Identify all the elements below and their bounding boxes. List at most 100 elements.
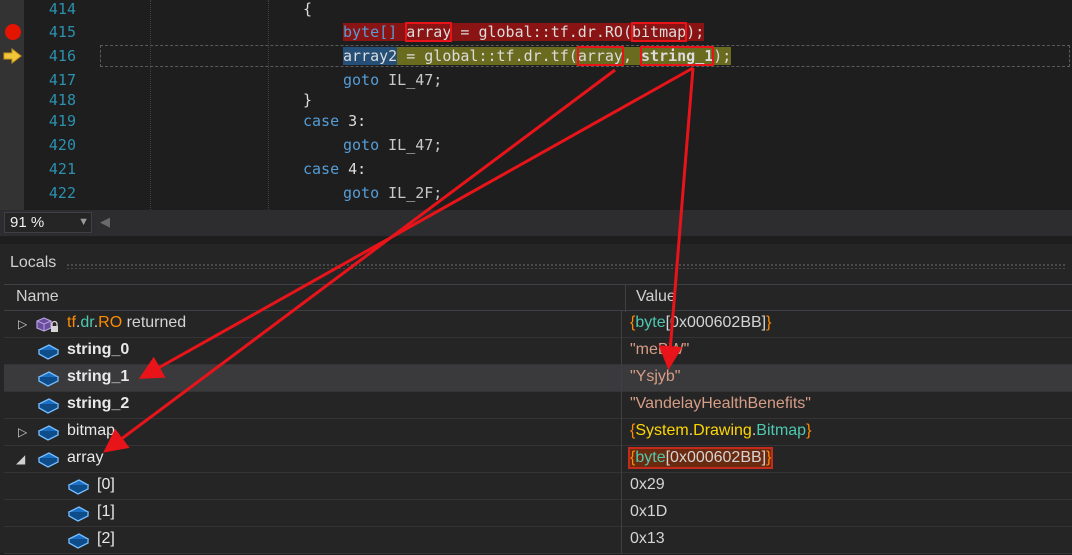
code-text: case 4:: [303, 157, 366, 181]
locals-row[interactable]: ▷ tf.dr.RO returned {byte[0x000602BB]}: [4, 311, 1072, 338]
code-token: IL_2F;: [379, 184, 443, 202]
column-divider: [621, 500, 622, 527]
field-icon: [66, 478, 90, 501]
panel-grip[interactable]: [66, 263, 1066, 269]
variable-value[interactable]: 0x1D: [630, 503, 667, 521]
code-token: 4:: [339, 160, 367, 178]
field-icon: [66, 505, 90, 528]
name-part: tf: [67, 314, 76, 331]
locals-title: Locals: [10, 254, 57, 271]
value-part: byte: [635, 314, 666, 331]
breakpoint-icon[interactable]: [5, 24, 21, 40]
code-token: IL_47;: [379, 71, 443, 89]
value-part: System: [635, 422, 689, 439]
column-divider: [621, 419, 622, 446]
code-token: IL_47;: [379, 136, 443, 154]
variable-value[interactable]: 0x13: [630, 530, 665, 548]
locals-row[interactable]: string_2 "VandelayHealthBenefits": [4, 392, 1072, 419]
value-part: Drawing: [693, 422, 752, 439]
code-token-array: array: [405, 22, 453, 42]
scroll-left-icon[interactable]: ◀: [100, 214, 110, 230]
code-token: array2: [343, 47, 398, 65]
value-part: Bitmap: [756, 422, 807, 439]
variable-value[interactable]: {byte[0x000602BB]}: [627, 447, 774, 469]
variable-value[interactable]: {System.Drawing.Bitmap}: [630, 422, 811, 440]
code-text: goto IL_2F;: [343, 181, 442, 205]
code-line[interactable]: 415 byte[] array = global::tf.dr.RO(bitm…: [0, 20, 1072, 44]
field-icon: [36, 397, 60, 420]
field-icon: [66, 532, 90, 555]
code-token: );: [713, 47, 732, 65]
code-line[interactable]: 416 array2 = global::tf.dr.tf(array, str…: [0, 44, 1072, 68]
variable-name: [0]: [97, 476, 115, 493]
expand-arrow-icon[interactable]: ▷: [18, 425, 27, 439]
value-part: byte: [635, 449, 666, 466]
locals-header: Name Value: [4, 284, 1072, 312]
variable-name: tf.dr.RO returned: [67, 314, 186, 332]
code-line[interactable]: 420 goto IL_47;: [0, 133, 1072, 157]
variable-value[interactable]: "VandelayHealthBenefits": [630, 395, 811, 413]
column-header-name[interactable]: Name: [16, 288, 59, 306]
name-part: returned: [122, 314, 187, 331]
variable-value[interactable]: "meBW": [630, 341, 689, 359]
code-token: goto: [343, 136, 380, 154]
code-token-array-arg: array: [576, 46, 624, 66]
name-part: dr: [80, 314, 94, 331]
editor-status-bar: 91 % ▼ ◀: [0, 210, 1072, 236]
locals-row[interactable]: string_1 "Ysjyb": [4, 365, 1072, 392]
line-number: 420: [48, 136, 76, 154]
code-line[interactable]: 414 {: [0, 0, 1072, 21]
name-part: RO: [98, 314, 123, 331]
column-divider: [621, 365, 622, 392]
variable-name: bitmap: [67, 422, 116, 439]
line-number: 421: [48, 160, 76, 178]
field-icon: [36, 451, 60, 474]
value-part: [0x000602BB]: [665, 314, 767, 331]
code-token: 3:: [339, 112, 367, 130]
field-icon: [36, 343, 60, 366]
column-divider: [621, 338, 622, 365]
code-line[interactable]: 419 case 3:: [0, 109, 1072, 133]
code-text: array2 = global::tf.dr.tf(array, string_…: [343, 44, 732, 68]
variable-name: array: [67, 449, 104, 466]
variable-value[interactable]: "Ysjyb": [630, 368, 680, 386]
code-token: goto: [343, 184, 380, 202]
locals-row[interactable]: ◢ array {byte[0x000602BB]}: [4, 446, 1072, 473]
collapse-arrow-icon[interactable]: ◢: [16, 452, 25, 466]
variable-value[interactable]: {byte[0x000602BB]}: [630, 314, 771, 332]
value-part: }: [766, 449, 772, 466]
code-token: );: [686, 23, 705, 41]
code-line[interactable]: 421 case 4:: [0, 157, 1072, 181]
code-token: case: [303, 112, 340, 130]
locals-row[interactable]: string_0 "meBW": [4, 338, 1072, 365]
method-return-icon: [36, 316, 60, 339]
field-icon: [36, 370, 60, 393]
code-token-bitmap: bitmap: [630, 22, 688, 42]
code-editor[interactable]: 414 { 415 byte[] array = global::tf.dr.R…: [0, 0, 1072, 210]
current-statement-arrow-icon: [3, 47, 23, 69]
variable-value[interactable]: 0x29: [630, 476, 665, 494]
zoom-value: 91 %: [10, 214, 45, 231]
locals-row[interactable]: [2] 0x13: [4, 527, 1072, 554]
column-divider[interactable]: [625, 285, 626, 312]
code-token: byte[]: [343, 23, 407, 41]
variable-name: [2]: [97, 530, 115, 547]
column-header-value[interactable]: Value: [636, 288, 676, 306]
line-number: 415: [48, 23, 76, 41]
expand-arrow-icon[interactable]: ▷: [18, 317, 27, 331]
locals-row[interactable]: ▷ bitmap {System.Drawing.Bitmap}: [4, 419, 1072, 446]
variable-name: [1]: [97, 503, 115, 520]
dropdown-icon[interactable]: ▼: [78, 213, 89, 232]
locals-row[interactable]: [1] 0x1D: [4, 500, 1072, 527]
code-token: = global::tf.dr.RO(: [451, 23, 632, 41]
code-line[interactable]: 422 goto IL_2F;: [0, 181, 1072, 205]
variable-name: string_0: [67, 341, 130, 358]
code-token-string1-arg: string_1: [640, 46, 715, 66]
zoom-select[interactable]: 91 % ▼: [4, 212, 92, 233]
line-number: 419: [48, 112, 76, 130]
field-icon: [36, 424, 60, 447]
column-divider: [621, 311, 622, 338]
code-text: goto IL_47;: [343, 133, 442, 157]
locals-row[interactable]: [0] 0x29: [4, 473, 1072, 500]
line-number: 414: [48, 0, 76, 18]
